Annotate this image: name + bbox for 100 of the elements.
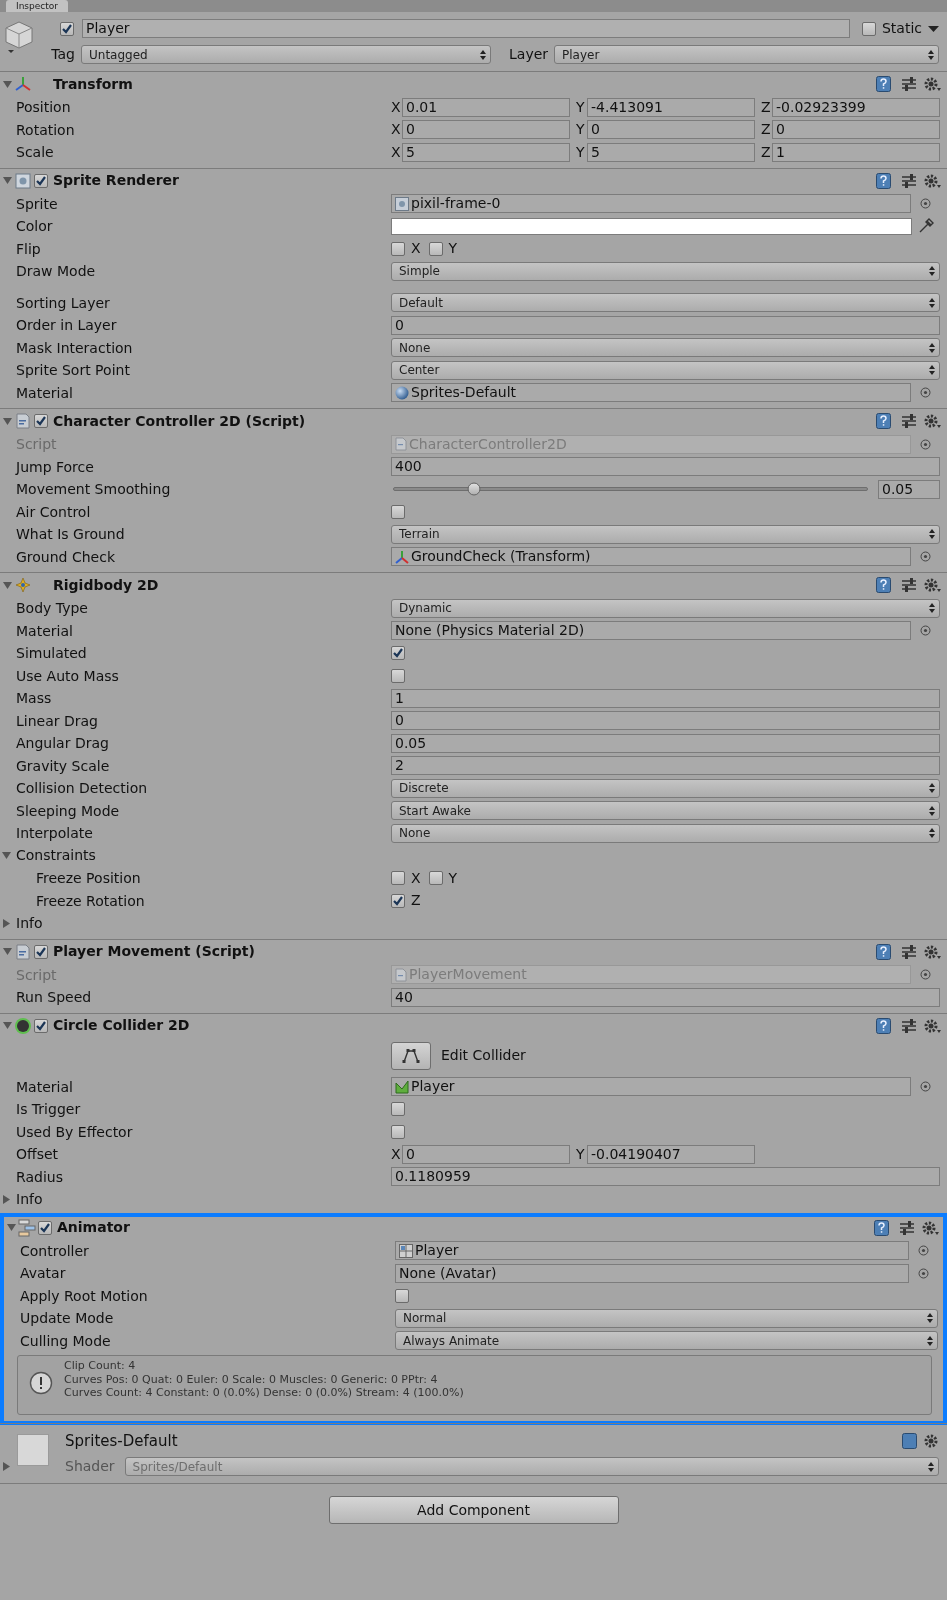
layer-dropdown[interactable]: Player xyxy=(554,45,939,64)
checkbox[interactable] xyxy=(428,871,443,886)
number-field[interactable]: 0 xyxy=(391,711,940,731)
number-field[interactable]: 0.05 xyxy=(878,479,940,499)
settings-icon[interactable] xyxy=(923,413,941,429)
number-field[interactable]: 5 xyxy=(587,142,755,162)
checkbox[interactable] xyxy=(391,504,405,519)
sliders-icon[interactable] xyxy=(899,1220,915,1235)
checkbox[interactable] xyxy=(428,241,443,256)
dropdown[interactable]: Simple xyxy=(391,261,940,281)
color-swatch[interactable] xyxy=(391,217,912,235)
caret-icon[interactable] xyxy=(928,24,939,33)
foldout-label[interactable]: Constraints xyxy=(16,845,96,867)
checkbox[interactable] xyxy=(391,668,405,683)
number-field[interactable]: 5 xyxy=(402,142,570,162)
collapsed-triangle-icon[interactable] xyxy=(2,1462,11,1471)
expanded-triangle-icon[interactable] xyxy=(3,416,12,426)
dropdown[interactable]: Dynamic xyxy=(391,598,940,618)
checkbox[interactable] xyxy=(391,241,405,256)
dropdown[interactable]: Discrete xyxy=(391,778,940,798)
checkbox[interactable] xyxy=(34,1018,48,1033)
inspector-tab[interactable]: Inspector xyxy=(6,0,68,12)
dropdown[interactable]: None xyxy=(391,823,940,843)
number-field[interactable]: 0.1180959 xyxy=(391,1167,940,1187)
slider-thumb[interactable] xyxy=(467,482,481,496)
help-book-icon[interactable] xyxy=(876,1017,891,1034)
checkbox[interactable] xyxy=(34,944,48,959)
dropdown[interactable]: Start Awake xyxy=(391,801,940,821)
number-field[interactable]: 0 xyxy=(772,120,940,140)
object-field[interactable]: None (Physics Material 2D) xyxy=(391,621,911,641)
dropdown[interactable]: Always Animate xyxy=(395,1331,938,1351)
number-field[interactable]: -0.02923399 xyxy=(772,97,940,117)
foldout-label[interactable]: Info xyxy=(16,1188,43,1210)
dropdown[interactable]: Center xyxy=(391,360,940,380)
help-icon[interactable] xyxy=(902,1432,917,1449)
number-field[interactable]: 1 xyxy=(391,688,940,708)
object-picker-icon[interactable] xyxy=(920,625,931,637)
object-field[interactable]: pixil-frame-0 xyxy=(391,194,911,214)
expanded-triangle-icon[interactable] xyxy=(3,1021,12,1030)
settings-icon[interactable] xyxy=(921,1219,939,1236)
settings-icon[interactable] xyxy=(923,577,941,593)
tag-dropdown[interactable]: Untagged xyxy=(81,45,491,64)
dropdown[interactable]: Normal xyxy=(395,1308,938,1328)
help-book-icon[interactable] xyxy=(876,413,891,429)
sliders-icon[interactable] xyxy=(901,77,917,91)
number-field[interactable]: 400 xyxy=(391,457,940,477)
name-field[interactable]: Player xyxy=(82,19,850,38)
object-picker-icon[interactable] xyxy=(920,198,931,210)
number-field[interactable]: 0 xyxy=(391,315,940,335)
expanded-triangle-icon[interactable] xyxy=(2,851,11,861)
expanded-triangle-icon[interactable] xyxy=(3,947,12,956)
help-book-icon[interactable] xyxy=(876,577,891,593)
dropdown[interactable]: Terrain xyxy=(391,524,940,544)
expanded-triangle-icon[interactable] xyxy=(7,1223,16,1232)
sliders-icon[interactable] xyxy=(901,414,917,428)
expanded-triangle-icon[interactable] xyxy=(3,580,12,590)
settings-icon[interactable] xyxy=(923,172,941,189)
sliders-icon[interactable] xyxy=(901,1018,917,1033)
collapsed-triangle-icon[interactable] xyxy=(2,1194,11,1204)
object-field[interactable]: GroundCheck (Transform) xyxy=(391,547,911,567)
object-field[interactable]: Player xyxy=(395,1241,909,1261)
sliders-icon[interactable] xyxy=(901,173,917,188)
checkbox[interactable] xyxy=(34,414,48,428)
checkbox[interactable] xyxy=(391,893,405,908)
object-picker-icon[interactable] xyxy=(920,969,931,981)
number-field[interactable]: 1 xyxy=(772,142,940,162)
dropdown[interactable]: None xyxy=(391,338,940,358)
settings-icon[interactable] xyxy=(923,76,941,92)
object-field[interactable]: Player xyxy=(391,1077,911,1097)
number-field[interactable]: 40 xyxy=(391,987,940,1007)
settings-icon[interactable] xyxy=(923,1432,939,1449)
number-field[interactable]: 0 xyxy=(402,120,570,140)
expanded-triangle-icon[interactable] xyxy=(3,176,12,185)
help-book-icon[interactable] xyxy=(876,172,891,189)
object-picker-icon[interactable] xyxy=(918,1267,929,1279)
object-field[interactable]: Sprites-Default xyxy=(391,383,911,403)
number-field[interactable]: -4.413091 xyxy=(587,97,755,117)
edit-collider-button[interactable] xyxy=(391,1041,431,1070)
expanded-triangle-icon[interactable] xyxy=(3,79,12,89)
object-field[interactable]: None (Avatar) xyxy=(395,1263,909,1283)
number-field[interactable]: 0 xyxy=(402,1144,570,1164)
checkbox[interactable] xyxy=(391,1102,405,1117)
object-picker-icon[interactable] xyxy=(920,551,931,563)
object-picker-icon[interactable] xyxy=(920,1081,931,1093)
object-picker-icon[interactable] xyxy=(918,1245,929,1257)
object-picker-icon[interactable] xyxy=(920,438,931,450)
number-field[interactable]: 0.01 xyxy=(402,97,570,117)
number-field[interactable]: 2 xyxy=(391,756,940,776)
help-book-icon[interactable] xyxy=(876,943,891,960)
checkbox[interactable] xyxy=(34,173,48,188)
number-field[interactable]: -0.04190407 xyxy=(587,1144,755,1164)
number-field[interactable]: 0.05 xyxy=(391,733,940,753)
checkbox[interactable] xyxy=(391,646,405,661)
collapsed-triangle-icon[interactable] xyxy=(2,918,11,928)
help-book-icon[interactable] xyxy=(876,76,891,92)
foldout-label[interactable]: Info xyxy=(16,912,43,934)
add-component-button[interactable]: Add Component xyxy=(328,1496,619,1524)
checkbox[interactable] xyxy=(60,21,74,36)
number-field[interactable]: 0 xyxy=(587,120,755,140)
checkbox[interactable] xyxy=(861,21,876,36)
